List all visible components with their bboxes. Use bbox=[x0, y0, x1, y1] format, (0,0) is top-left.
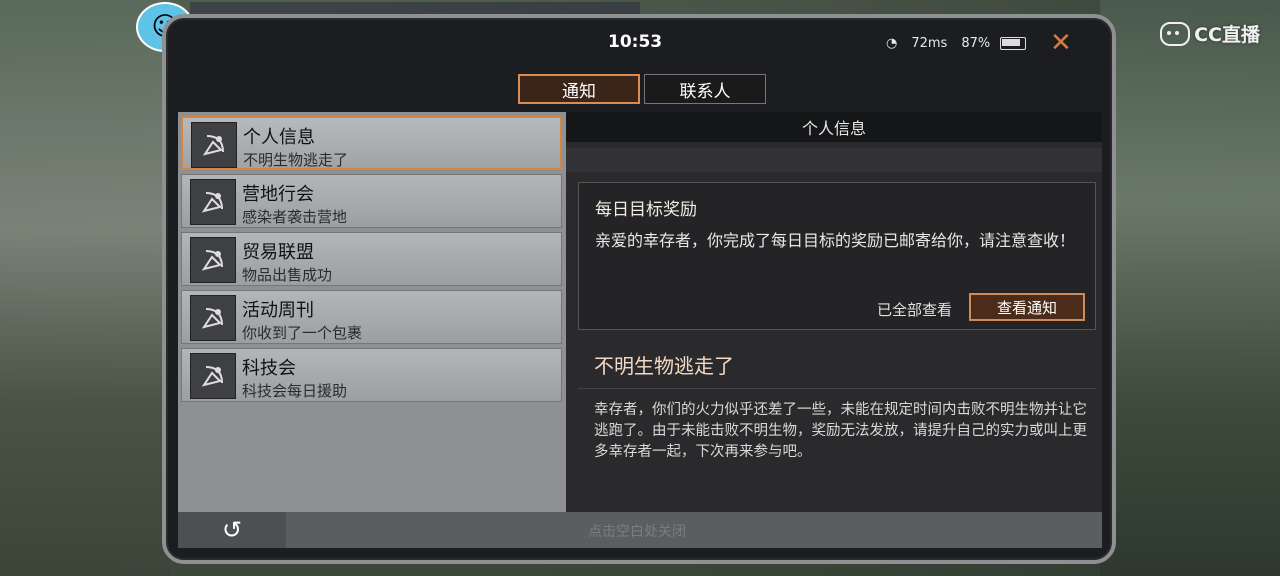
bottom-bar: ↺ 点击空白处关闭 bbox=[178, 512, 1102, 548]
notification-list: 个人信息 不明生物逃走了 营地行会 感染者袭击营地 贸易联盟 物品出售成功 活动… bbox=[178, 112, 566, 512]
notification-window: 10:53 ◔ 72ms 87% ✕ 通知 联系人 个人信息 不明生物逃走了 营… bbox=[162, 14, 1116, 564]
back-arrow-icon: ↺ bbox=[221, 516, 243, 544]
stream-logo-text: CC直播 bbox=[1194, 24, 1260, 46]
back-button[interactable]: ↺ bbox=[178, 512, 286, 548]
message-card: 每日目标奖励 亲爱的幸存者，你完成了每日目标的奖励已邮寄给你，请注意查收！ 已全… bbox=[578, 182, 1096, 330]
clock: 10:53 bbox=[608, 32, 663, 52]
list-item-title: 个人信息 bbox=[243, 127, 315, 148]
read-all-label: 已全部查看 bbox=[877, 301, 953, 319]
message-body: 幸存者，你们的火力似乎还差了一些，未能在规定时间内击败不明生物并让它逃跑了。由于… bbox=[594, 402, 1087, 460]
cc-logo-icon bbox=[1160, 21, 1191, 46]
satellite-dish-icon bbox=[190, 353, 236, 399]
list-item-weekly[interactable]: 活动周刊 你收到了一个包裹 bbox=[181, 290, 562, 344]
tab-bar: 通知 联系人 bbox=[518, 74, 766, 104]
list-item-title: 营地行会 bbox=[242, 184, 314, 205]
list-item-subtitle: 不明生物逃走了 bbox=[243, 151, 349, 169]
list-item-personal[interactable]: 个人信息 不明生物逃走了 bbox=[181, 116, 562, 170]
list-item-subtitle: 物品出售成功 bbox=[242, 266, 333, 284]
list-item-camp-guild[interactable]: 营地行会 感染者袭击营地 bbox=[181, 174, 562, 228]
wifi-icon: ◔ bbox=[886, 36, 898, 51]
status-bar: 10:53 ◔ 72ms 87% ✕ bbox=[166, 18, 1112, 70]
view-notification-button[interactable]: 查看通知 bbox=[969, 293, 1085, 321]
battery-icon bbox=[1000, 37, 1027, 50]
stream-watermark: CC直播 bbox=[1160, 20, 1260, 47]
list-item-title: 活动周刊 bbox=[242, 300, 314, 321]
satellite-dish-icon bbox=[190, 237, 236, 283]
detail-header: 个人信息 bbox=[566, 112, 1102, 142]
background-left bbox=[0, 0, 170, 576]
battery-text: 87% bbox=[961, 36, 991, 51]
close-hint[interactable]: 点击空白处关闭 bbox=[588, 521, 686, 541]
satellite-dish-icon bbox=[190, 295, 236, 341]
list-item-title: 贸易联盟 bbox=[242, 242, 314, 263]
list-item-tech-society[interactable]: 科技会 科技会每日援助 bbox=[181, 348, 562, 402]
ping-text: 72ms bbox=[911, 36, 948, 51]
satellite-dish-icon bbox=[191, 122, 237, 168]
detail-panel: 个人信息 每日目标奖励 亲爱的幸存者，你完成了每日目标的奖励已邮寄给你，请注意查… bbox=[566, 112, 1102, 512]
card-title: 每日目标奖励 bbox=[595, 200, 697, 220]
divider bbox=[578, 388, 1096, 389]
divider bbox=[566, 148, 1102, 172]
background-right bbox=[1100, 0, 1280, 576]
satellite-dish-icon bbox=[190, 179, 236, 225]
card-body: 亲爱的幸存者，你完成了每日目标的奖励已邮寄给你，请注意查收！ bbox=[595, 231, 1076, 250]
list-item-subtitle: 你收到了一个包裹 bbox=[242, 324, 363, 342]
message-title: 不明生物逃走了 bbox=[594, 354, 734, 378]
close-icon[interactable]: ✕ bbox=[1050, 30, 1072, 56]
list-item-subtitle: 科技会每日援助 bbox=[242, 382, 348, 400]
tab-notifications[interactable]: 通知 bbox=[518, 74, 640, 104]
list-item-trade-union[interactable]: 贸易联盟 物品出售成功 bbox=[181, 232, 562, 286]
list-item-title: 科技会 bbox=[242, 358, 296, 379]
list-item-subtitle: 感染者袭击营地 bbox=[242, 208, 348, 226]
network-status: ◔ 72ms 87% bbox=[886, 36, 1027, 51]
tab-contacts[interactable]: 联系人 bbox=[644, 74, 766, 104]
